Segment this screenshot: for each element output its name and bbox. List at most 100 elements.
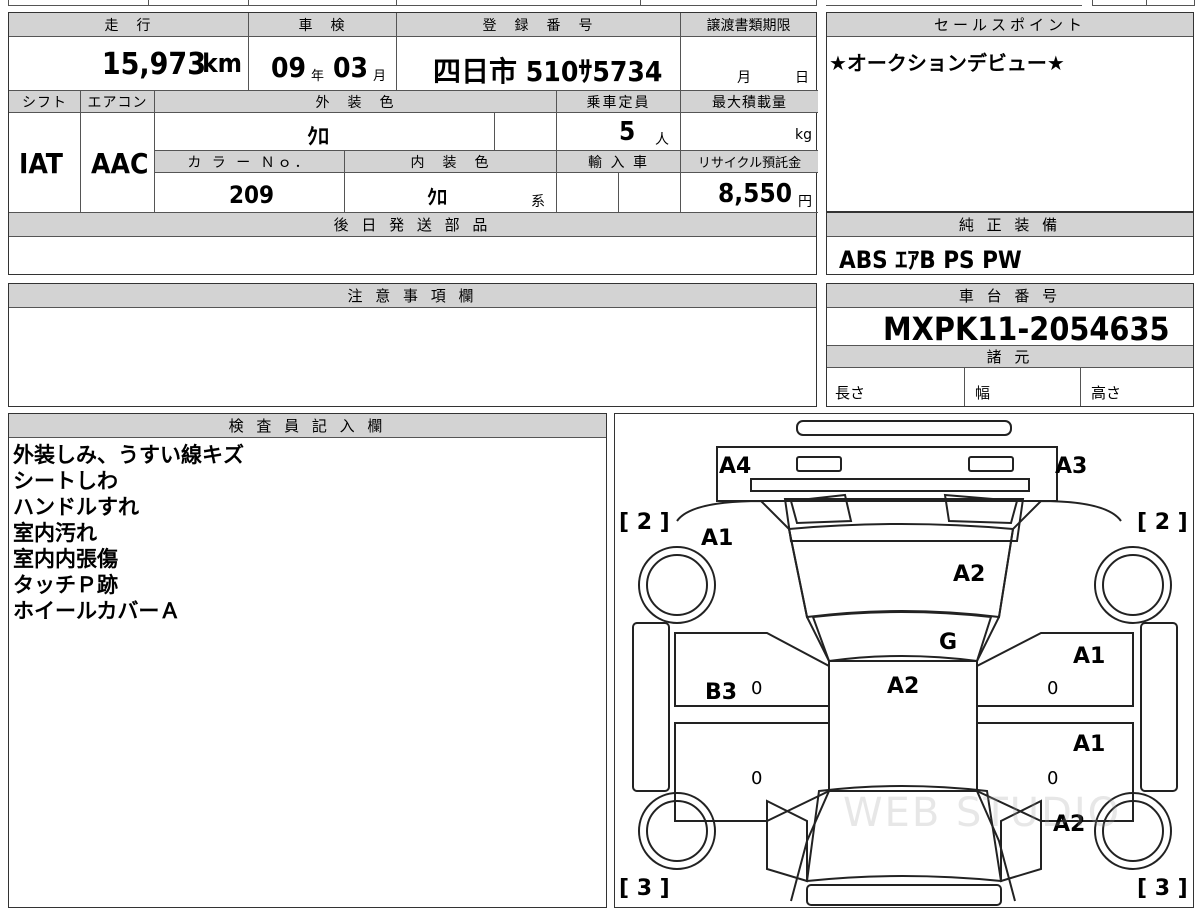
transfer-deadline-cell: 月 日 <box>681 37 818 91</box>
equipment-section: 純 正 装 備 ABS ｴｱB PS PW <box>826 212 1194 275</box>
zero-mark: 0 <box>1047 678 1059 699</box>
inspection-header: 車 検 <box>249 13 397 37</box>
transfer-month-unit: 月 <box>737 70 751 86</box>
sales-point-section: セールスポイント ★オークションデビュー★ <box>826 12 1194 212</box>
interior-color-suffix: 系 <box>531 194 545 210</box>
chassis-value: MXPK11-2054635 <box>883 310 1170 348</box>
code-a1-right-front-door: A1 <box>1073 644 1106 669</box>
zero-mark: 0 <box>751 768 763 789</box>
equipment-value: ABS ｴｱB PS PW <box>839 246 1022 274</box>
remark-line: 室内汚れ <box>13 521 97 545</box>
code-a4: A4 <box>719 454 752 479</box>
notes-label: 注 意 事 項 欄 <box>347 287 478 305</box>
chassis-value-cell: MXPK11-2054635 <box>827 308 1193 348</box>
inspector-section: 検 査 員 記 入 欄 外装しみ、うすい線キズ シートしわ ハンドルすれ 室内汚… <box>8 413 607 908</box>
inspection-year: 09 <box>271 51 307 84</box>
zero-mark: 0 <box>1047 768 1059 789</box>
spec-width-label: 幅 <box>975 384 991 402</box>
top-strip <box>0 0 1200 6</box>
ac-header: エアコン <box>81 91 155 113</box>
inspector-header: 検 査 員 記 入 欄 <box>9 414 606 438</box>
equipment-header: 純 正 装 備 <box>827 213 1193 237</box>
registration-cell: 四日市 510ｻ5734 <box>397 37 681 91</box>
tread-front-right: [ 2 ] <box>1137 510 1188 535</box>
import-label: 輸 入 車 <box>588 154 649 171</box>
mileage-cell: 15,973 km <box>9 37 249 91</box>
spec-height-label: 高さ <box>1091 384 1122 402</box>
color-no-value: 209 <box>229 181 275 209</box>
code-a2-windshield: A2 <box>953 562 986 587</box>
import-header: 輸 入 車 <box>557 151 681 173</box>
registration-value: 四日市 510ｻ5734 <box>433 55 663 88</box>
recycle-label: リサイクル預託金 <box>697 156 802 171</box>
later-parts-header: 後 日 発 送 部 品 <box>9 213 816 237</box>
notes-header: 注 意 事 項 欄 <box>9 284 816 308</box>
vehicle-info-table: 走 行 車 検 登 録 番 号 譲渡書類期限 15,973 km 09 年 03… <box>8 12 818 275</box>
sales-point-label: セールスポイント <box>933 16 1086 34</box>
transfer-deadline-header: 譲渡書類期限 <box>681 13 816 37</box>
recycle-cell: 8,550 円 <box>681 173 818 213</box>
capacity-unit: 人 <box>655 132 669 148</box>
remark-line: シートしわ <box>13 469 118 493</box>
shift-label: シフト <box>22 94 67 111</box>
mileage-label: 走 行 <box>104 17 153 34</box>
interior-color-cell: ｸﾛ 系 <box>345 173 557 213</box>
interior-color-label: 内 装 色 <box>410 154 491 171</box>
remark-line: 外装しみ、うすい線キズ <box>13 443 244 467</box>
color-no-header: カ ラ ー Ｎｏ． <box>155 151 345 173</box>
mileage-value: 15,973 <box>101 47 206 82</box>
inspection-label: 車 検 <box>298 17 347 34</box>
code-g-windshield: G <box>939 630 958 655</box>
capacity-cell: 5 人 <box>557 113 681 151</box>
remark-line: 室内内張傷 <box>13 547 118 571</box>
max-load-unit: kg <box>795 127 812 143</box>
zero-mark: 0 <box>751 678 763 699</box>
capacity-header: 乗車定員 <box>557 91 681 113</box>
shift-header: シフト <box>9 91 81 113</box>
chassis-label: 車 台 番 号 <box>958 287 1062 305</box>
ac-label: エアコン <box>87 94 148 111</box>
import-cell-a <box>557 173 619 213</box>
shift-cell: IAT <box>9 113 81 213</box>
inspection-year-unit: 年 <box>311 69 325 84</box>
watermark: WEB STUDIO <box>843 790 1122 836</box>
spec-height-cell: 高さ <box>1081 368 1193 406</box>
registration-header: 登 録 番 号 <box>397 13 681 37</box>
spec-width-cell: 幅 <box>965 368 1081 406</box>
spec-length-cell: 長さ <box>827 368 965 406</box>
registration-label: 登 録 番 号 <box>482 17 595 34</box>
tread-rear-right: [ 3 ] <box>1137 876 1188 901</box>
shift-value: IAT <box>19 147 63 180</box>
transfer-deadline-label: 譲渡書類期限 <box>706 17 791 34</box>
chassis-section: 車 台 番 号 MXPK11-2054635 諸 元 長さ 幅 高さ <box>826 283 1194 407</box>
ac-value: AAC <box>91 147 149 180</box>
specs-label: 諸 元 <box>986 348 1034 366</box>
specs-header: 諸 元 <box>827 346 1193 368</box>
interior-color-header: 内 装 色 <box>345 151 557 173</box>
exterior-color-header: 外 装 色 <box>155 91 557 113</box>
remark-line: タッチＰ跡 <box>13 573 118 597</box>
import-cell-b <box>619 173 681 213</box>
remark-line: ホイールカバーＡ <box>13 599 181 623</box>
tread-rear-left: [ 3 ] <box>619 876 670 901</box>
exterior-color-cell: ｸﾛ <box>155 113 495 151</box>
exterior-color-value: ｸﾛ <box>307 125 330 150</box>
damage-diagram: A4 A3 A1 A2 G A1 B3 A2 A1 A2 [ 2 ] [ 2 ]… <box>614 413 1194 908</box>
later-parts-label: 後 日 発 送 部 品 <box>333 216 492 234</box>
sales-point-header: セールスポイント <box>827 13 1193 37</box>
color-no-cell: 209 <box>155 173 345 213</box>
remark-line: ハンドルすれ <box>13 495 139 519</box>
inspector-label: 検 査 員 記 入 欄 <box>228 417 387 435</box>
recycle-header: リサイクル預託金 <box>681 151 818 173</box>
max-load-header: 最大積載量 <box>681 91 818 113</box>
recycle-unit: 円 <box>798 194 812 210</box>
recycle-value: 8,550 <box>718 179 792 209</box>
max-load-label: 最大積載量 <box>712 94 787 111</box>
code-a2-roof: A2 <box>887 674 920 699</box>
code-a3: A3 <box>1055 454 1088 479</box>
inspection-cell: 09 年 03 月 <box>249 37 397 91</box>
ac-cell: AAC <box>81 113 155 213</box>
transfer-day-unit: 日 <box>795 70 809 86</box>
interior-color-value: ｸﾛ <box>427 185 447 209</box>
equipment-label: 純 正 装 備 <box>958 216 1062 234</box>
